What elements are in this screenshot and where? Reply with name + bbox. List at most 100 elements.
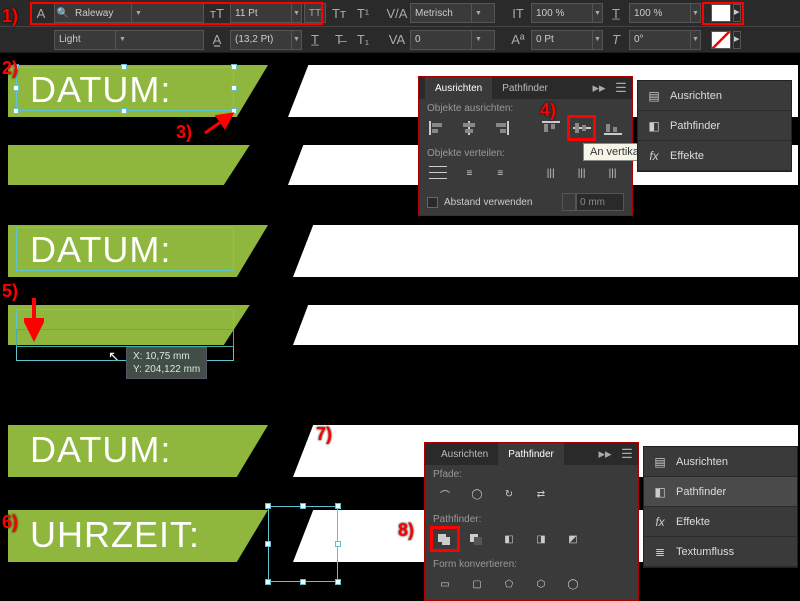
chevron-down-icon[interactable]: ▼ xyxy=(471,4,485,22)
kerning-icon: V/A xyxy=(386,3,408,23)
panel-menu-icon[interactable]: ▸▸ xyxy=(588,78,610,98)
tracking-icon: VA xyxy=(386,30,408,50)
chevron-down-icon[interactable]: ▼ xyxy=(115,31,129,49)
dist-vcenter-icon[interactable]: ≡ xyxy=(458,163,481,183)
dist-top-icon[interactable] xyxy=(427,163,450,183)
banner-text-uhrzeit: UHRZEIT: xyxy=(30,514,200,556)
align-right-icon[interactable] xyxy=(489,118,512,138)
chevron-down-icon[interactable]: ▼ xyxy=(471,31,485,49)
reverse-path-icon[interactable]: ⇄ xyxy=(529,484,553,504)
tab-align-2[interactable]: Ausrichten xyxy=(431,443,498,465)
kerning-input[interactable] xyxy=(411,8,471,19)
subscript-icon[interactable]: T₁ xyxy=(352,30,374,50)
chevron-down-icon[interactable]: ▼ xyxy=(592,31,602,49)
panel-menu-icon[interactable]: ▸▸ xyxy=(594,444,616,464)
banner-row-2: DATUM: xyxy=(8,225,788,277)
join-path-icon[interactable]: ⌒ xyxy=(433,484,457,504)
label-paths: Pfade: xyxy=(425,465,638,482)
sel-box-2a[interactable] xyxy=(16,227,234,271)
open-path-icon[interactable]: ◯ xyxy=(465,484,489,504)
font-size-combo[interactable]: ▼ xyxy=(230,3,302,23)
side2-textwrap[interactable]: ≣Textumfluss xyxy=(644,537,797,567)
all-caps-button[interactable]: TT xyxy=(304,3,326,23)
tab-align[interactable]: Ausrichten xyxy=(425,77,492,99)
label-pathfinder-ops: Pathfinder: xyxy=(425,510,638,527)
chevron-down-icon[interactable]: ▼ xyxy=(690,4,700,22)
chevron-down-icon[interactable]: ▼ xyxy=(131,4,145,22)
align-top-icon[interactable] xyxy=(539,118,562,138)
baseline-combo[interactable]: ▼ xyxy=(531,30,603,50)
move-cursor: ↖ xyxy=(108,348,120,365)
label-align-objects: Objekte ausrichten: xyxy=(419,99,632,116)
chevron-down-icon[interactable]: ▼ xyxy=(592,4,602,22)
dist-left-icon[interactable]: ||| xyxy=(539,163,562,183)
font-size-input[interactable] xyxy=(231,8,291,19)
swatch-dd[interactable]: ▸ xyxy=(733,4,741,22)
leading-combo[interactable]: ▼ xyxy=(230,30,302,50)
side2-pathfinder[interactable]: ◧Pathfinder xyxy=(644,477,797,507)
coord-tooltip: X: 10,75 mm Y: 204,122 mm xyxy=(126,347,207,379)
align-icon: ▤ xyxy=(652,454,668,470)
underline-icon[interactable]: T̲ xyxy=(304,30,326,50)
pathfinder-icon: ◧ xyxy=(652,484,668,500)
anno-6: 6) xyxy=(2,512,18,533)
kerning-combo[interactable]: ▼ xyxy=(410,3,495,23)
stroke-dd[interactable]: ▸ xyxy=(733,31,741,49)
dist-bottom-icon[interactable]: ≡ xyxy=(489,163,512,183)
leading-icon: A͇ xyxy=(206,30,228,50)
anno-4: 4) xyxy=(540,100,556,121)
side-item-align[interactable]: ▤Ausrichten xyxy=(638,81,791,111)
tracking-combo[interactable]: ▼ xyxy=(410,30,495,50)
font-family-combo[interactable]: 🔍 ▼ xyxy=(54,3,204,23)
dist-hcenter-icon[interactable]: ||| xyxy=(570,163,593,183)
intersect-icon[interactable]: ◧ xyxy=(497,529,521,549)
fill-swatch[interactable] xyxy=(711,4,731,22)
font-weight-combo[interactable]: ▼ xyxy=(54,30,204,50)
chevron-down-icon[interactable]: ▼ xyxy=(291,31,301,49)
tab-pathfinder-2[interactable]: Pathfinder xyxy=(498,443,564,465)
exclude-icon[interactable]: ◨ xyxy=(529,529,553,549)
gap-field[interactable] xyxy=(562,193,624,211)
strike-icon[interactable]: T̶ xyxy=(328,30,350,50)
effects-icon: fx xyxy=(652,514,668,530)
side2-effects[interactable]: fxEffekte xyxy=(644,507,797,537)
tab-pathfinder[interactable]: Pathfinder xyxy=(492,77,558,99)
shape-rect-icon[interactable]: ▭ xyxy=(433,574,457,594)
vscale-combo[interactable]: ▼ xyxy=(629,3,701,23)
side2-align[interactable]: ▤Ausrichten xyxy=(644,447,797,477)
anno-7: 7) xyxy=(316,424,332,445)
align-hcenter-icon[interactable] xyxy=(458,118,481,138)
align-left-icon[interactable] xyxy=(427,118,450,138)
char-panel-icon[interactable]: A xyxy=(30,3,52,23)
dist-right-icon[interactable]: ||| xyxy=(601,163,624,183)
font-family-input[interactable] xyxy=(71,8,131,19)
sel-box-slash[interactable] xyxy=(268,506,338,582)
align-bottom-icon[interactable] xyxy=(601,118,624,138)
unite-icon[interactable] xyxy=(433,529,457,549)
shape-inverse-icon[interactable]: ⬡ xyxy=(529,574,553,594)
shape-ellipse-icon[interactable]: ◯ xyxy=(561,574,585,594)
side-item-effects[interactable]: fxEffekte xyxy=(638,141,791,171)
effects-icon: fx xyxy=(646,148,662,164)
skew-combo[interactable]: ▼ xyxy=(629,30,701,50)
minus-back-icon[interactable]: ◩ xyxy=(561,529,585,549)
chevron-down-icon[interactable]: ▼ xyxy=(291,4,301,22)
small-caps-icon[interactable]: Tᴛ xyxy=(328,3,350,23)
arrow-5 xyxy=(24,296,44,346)
chevron-down-icon[interactable]: ▼ xyxy=(690,31,700,49)
subtract-icon[interactable] xyxy=(465,529,489,549)
side-item-pathfinder[interactable]: ◧Pathfinder xyxy=(638,111,791,141)
stroke-swatch-none[interactable] xyxy=(711,31,731,49)
close-path-icon[interactable]: ↻ xyxy=(497,484,521,504)
align-vcenter-icon[interactable] xyxy=(570,118,593,138)
panel-options-icon[interactable]: ☰ xyxy=(610,78,632,98)
use-gap-checkbox[interactable] xyxy=(427,197,438,208)
hscale-icon: IT xyxy=(507,3,529,23)
side-panel-1: ▤Ausrichten ◧Pathfinder fxEffekte xyxy=(637,80,792,172)
superscript-icon[interactable]: T¹ xyxy=(352,3,374,23)
shape-bevel-icon[interactable]: ⬠ xyxy=(497,574,521,594)
hscale-combo[interactable]: ▼ xyxy=(531,3,603,23)
selection-box[interactable] xyxy=(16,67,234,111)
shape-roundrect-icon[interactable]: ▢ xyxy=(465,574,489,594)
panel-options-icon[interactable]: ☰ xyxy=(616,444,638,464)
